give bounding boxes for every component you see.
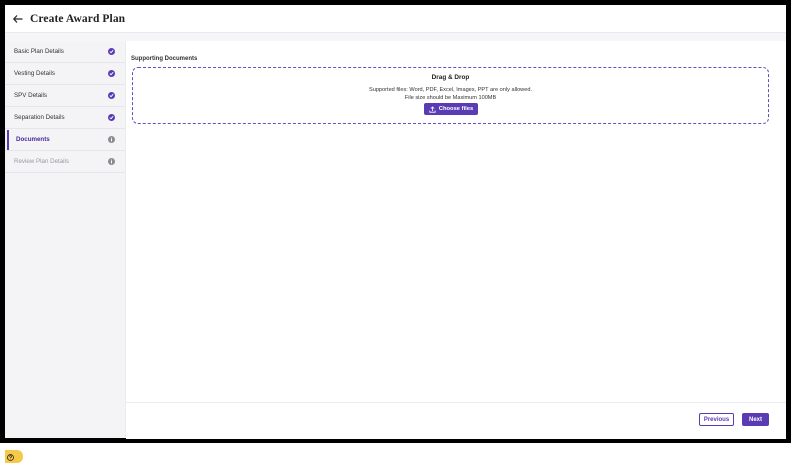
check-circle-icon <box>108 92 115 99</box>
step-label: Separation Details <box>14 114 65 121</box>
header-spacer <box>5 33 786 41</box>
previous-button[interactable]: Previous <box>699 413 734 426</box>
step-label: Basic Plan Details <box>14 48 64 55</box>
step-basic-plan-details[interactable]: Basic Plan Details <box>5 41 125 63</box>
step-documents[interactable]: Documents <box>5 129 125 151</box>
section-label: Supporting Documents <box>131 56 198 62</box>
help-icon <box>7 448 14 466</box>
step-spv-details[interactable]: SPV Details <box>5 85 125 107</box>
file-size-text: File size should be Maximum 100MB <box>404 95 497 101</box>
check-circle-icon <box>108 114 115 121</box>
main-content: Supporting Documents Drag & Drop Support… <box>126 41 786 402</box>
step-label: Review Plan Details <box>14 158 70 165</box>
page-header: Create Award Plan <box>5 5 786 33</box>
help-button[interactable] <box>5 450 23 463</box>
step-label: Documents <box>16 136 50 143</box>
page-title: Create Award Plan <box>30 12 126 25</box>
step-separation-details[interactable]: Separation Details <box>5 107 125 129</box>
next-label: Next <box>748 416 762 423</box>
previous-label: Previous <box>703 416 730 423</box>
choose-files-button[interactable]: Choose files <box>424 103 478 115</box>
step-label: Vesting Details <box>14 70 55 77</box>
step-vesting-details[interactable]: Vesting Details <box>5 63 125 85</box>
file-dropzone[interactable]: Drag & Drop Supported files: Word, PDF, … <box>132 67 769 124</box>
app-frame: Create Award Plan Basic Plan Details Ves… <box>0 0 791 463</box>
check-circle-icon <box>108 70 115 77</box>
info-dot-icon <box>108 158 115 165</box>
next-button[interactable]: Next <box>742 413 769 426</box>
info-dot-icon <box>108 136 115 143</box>
supported-files-text: Supported files: Word, PDF, Excel, Image… <box>368 87 533 93</box>
footer-bar: Previous Next <box>126 402 786 439</box>
dropzone-title: Drag & Drop <box>431 74 470 81</box>
back-arrow-icon[interactable] <box>10 11 26 27</box>
active-step-indicator <box>7 130 9 150</box>
steps-sidebar: Basic Plan Details Vesting Details SPV D… <box>5 41 126 463</box>
choose-files-label: Choose files <box>438 106 474 112</box>
upload-icon <box>429 100 436 118</box>
step-review-plan-details[interactable]: Review Plan Details <box>5 151 125 173</box>
step-label: SPV Details <box>14 92 48 99</box>
check-circle-icon <box>108 48 115 55</box>
